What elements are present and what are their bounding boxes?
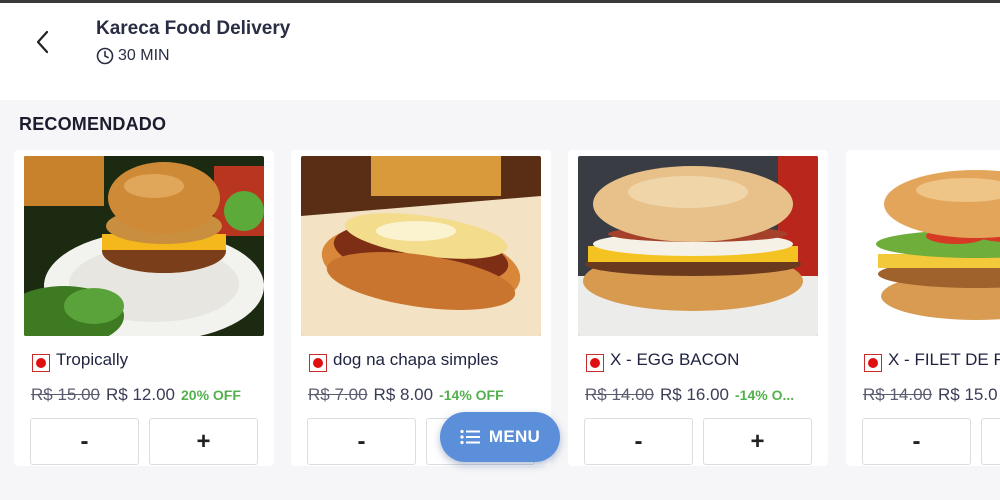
chevron-left-icon (36, 30, 49, 54)
decrease-button[interactable]: - (30, 418, 139, 465)
product-image[interactable] (301, 156, 541, 336)
decrease-button[interactable]: - (307, 418, 416, 465)
product-image[interactable] (578, 156, 818, 336)
product-title: X - FILET DE F (864, 348, 1000, 372)
product-name: X - FILET DE F (888, 350, 1000, 369)
increase-button[interactable]: + (149, 418, 258, 465)
menu-button-label: MENU (488, 427, 541, 446)
discount-badge: -14% OFF (439, 387, 504, 403)
decrease-button[interactable]: - (862, 418, 971, 465)
new-price: R$ 12.00 (106, 385, 175, 404)
increase-button[interactable]: + (981, 418, 1000, 465)
new-price: R$ 16.00 (660, 385, 729, 404)
old-price: R$ 14.00 (863, 385, 932, 404)
price-row: R$ 7.00 R$ 8.00 -14% OFF (308, 385, 542, 405)
product-flag-icon (586, 354, 604, 372)
new-price: R$ 8.00 (373, 385, 434, 404)
product-name: dog na chapa simples (333, 350, 499, 369)
product-card[interactable]: X - EGG BACON R$ 14.00 R$ 16.00 -14% O..… (568, 150, 828, 466)
delivery-time-text: 30 MIN (118, 47, 170, 64)
new-price: R$ 15.0 (938, 385, 998, 404)
delivery-time: 30 MIN (96, 47, 170, 65)
price-row: R$ 15.00 R$ 12.00 20% OFF (31, 385, 265, 405)
increase-button[interactable]: + (703, 418, 812, 465)
product-flag-icon (32, 354, 50, 372)
product-image[interactable] (856, 156, 1000, 336)
product-flag-icon (864, 354, 882, 372)
clock-icon (96, 47, 114, 65)
section-title: RECOMENDADO (19, 114, 167, 134)
store-name: Kareca Food Delivery (96, 18, 291, 39)
product-card[interactable]: Tropically R$ 15.00 R$ 12.00 20% OFF - + (14, 150, 274, 466)
discount-badge: 20% OFF (181, 387, 241, 403)
product-image[interactable] (24, 156, 264, 336)
discount-badge: -14% O... (735, 387, 795, 403)
menu-button[interactable]: MENU (440, 412, 560, 462)
product-name: Tropically (56, 350, 129, 369)
old-price: R$ 14.00 (585, 385, 654, 404)
product-title: Tropically (32, 348, 264, 372)
app-header: Kareca Food Delivery 30 MIN (0, 3, 1000, 100)
list-icon (460, 429, 480, 445)
product-card[interactable]: X - FILET DE F R$ 14.00 R$ 15.0 - + (846, 150, 1000, 466)
old-price: R$ 15.00 (31, 385, 100, 404)
old-price: R$ 7.00 (308, 385, 368, 404)
product-name: X - EGG BACON (610, 350, 740, 369)
price-row: R$ 14.00 R$ 16.00 -14% O... (585, 385, 819, 405)
product-title: dog na chapa simples (309, 348, 541, 372)
back-button[interactable] (26, 25, 60, 59)
decrease-button[interactable]: - (584, 418, 693, 465)
price-row: R$ 14.00 R$ 15.0 (863, 385, 1000, 405)
product-title: X - EGG BACON (586, 348, 818, 372)
product-flag-icon (309, 354, 327, 372)
